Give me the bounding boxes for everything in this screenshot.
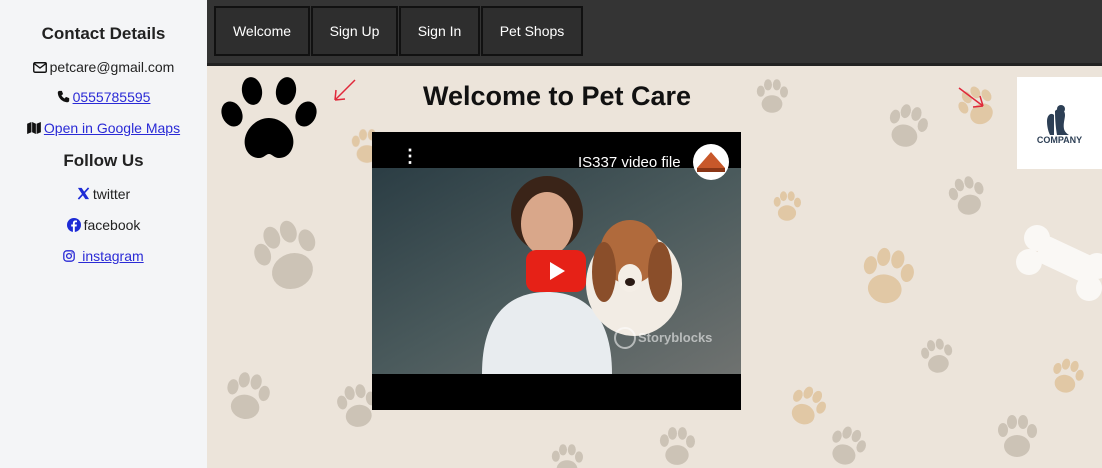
facebook-icon xyxy=(66,217,81,235)
contact-sidebar: Contact Details petcare@gmail.com 055578… xyxy=(0,0,207,468)
email-line: petcare@gmail.com xyxy=(0,59,207,76)
instagram-icon xyxy=(63,249,76,265)
google-maps-link[interactable]: Open in Google Maps xyxy=(44,120,180,136)
company-logo-text: COMPANY xyxy=(1036,135,1083,145)
video-title[interactable]: IS337 video file xyxy=(578,154,681,171)
phone-line: 0555785595 xyxy=(0,89,207,106)
main-content: Welcome to Pet Care ⋮ IS337 video file S… xyxy=(207,66,1102,468)
video-thumbnail xyxy=(372,168,741,410)
map-icon xyxy=(27,121,41,137)
paw-logo-icon xyxy=(221,77,317,158)
top-navbar: Welcome Sign Up Sign In Pet Shops xyxy=(207,0,1102,66)
facebook-link[interactable]: facebook xyxy=(0,217,207,235)
contact-details-heading: Contact Details xyxy=(41,24,166,43)
company-logo: COMPANY xyxy=(1017,77,1102,169)
video-player[interactable]: ⋮ IS337 video file Storyblocks xyxy=(372,132,741,410)
channel-avatar[interactable] xyxy=(693,144,729,180)
instagram-anchor[interactable]: instagram xyxy=(63,248,144,265)
channel-logo-icon xyxy=(697,152,725,172)
arrow-down-left-icon xyxy=(334,79,356,101)
more-options-icon[interactable]: ⋮ xyxy=(401,147,419,165)
email-text: petcare@gmail.com xyxy=(49,59,175,75)
twitter-link[interactable]: twitter xyxy=(0,186,207,203)
facebook-label: facebook xyxy=(83,217,141,233)
nav-sign-in[interactable]: Sign In xyxy=(399,6,480,56)
nav-pet-shops[interactable]: Pet Shops xyxy=(481,6,583,56)
twitter-label: twitter xyxy=(92,186,131,202)
page-title: Welcome to Pet Care xyxy=(422,81,692,111)
arrow-down-right-icon xyxy=(958,87,984,108)
nav-welcome[interactable]: Welcome xyxy=(214,6,310,56)
instagram-label: instagram xyxy=(78,248,144,264)
video-watermark: Storyblocks xyxy=(638,330,713,345)
envelope-icon xyxy=(32,60,47,76)
instagram-link[interactable]: instagram xyxy=(0,248,207,265)
x-icon xyxy=(77,187,90,203)
follow-us-heading: Follow Us xyxy=(63,151,144,170)
nav-sign-up[interactable]: Sign Up xyxy=(311,6,398,56)
maps-line: Open in Google Maps xyxy=(0,120,207,137)
phone-icon xyxy=(57,90,70,106)
phone-link[interactable]: 0555785595 xyxy=(73,89,151,105)
